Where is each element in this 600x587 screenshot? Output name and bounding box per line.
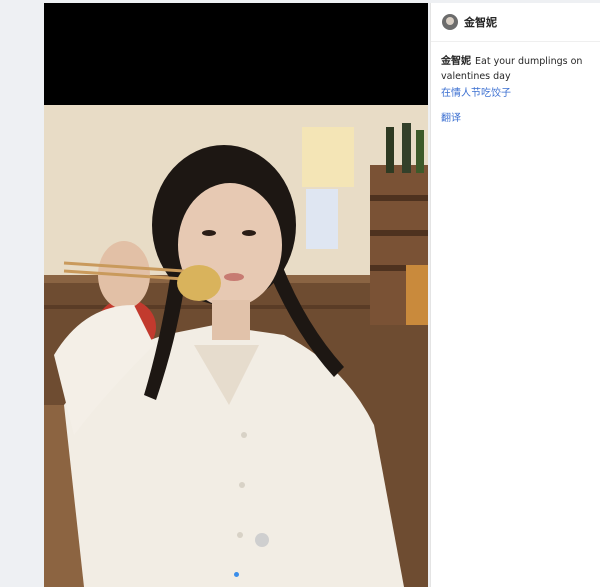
post-sidebar: 金智妮 金智妮 Eat your dumplings on valentines … — [430, 3, 600, 587]
post-caption: 金智妮 Eat your dumplings on valentines day … — [431, 42, 600, 126]
caption-author[interactable]: 金智妮 — [441, 56, 471, 67]
translate-link[interactable]: 翻译 — [441, 111, 591, 126]
post-header: 金智妮 — [431, 3, 600, 42]
tag-link[interactable]: 在情人节吃饺子 — [441, 86, 591, 101]
post-viewer: 金智妮 金智妮 Eat your dumplings on valentines … — [0, 0, 600, 587]
avatar[interactable] — [442, 14, 458, 30]
username[interactable]: 金智妮 — [464, 14, 497, 30]
carousel-indicator — [44, 562, 428, 581]
post-media[interactable] — [44, 3, 428, 587]
photo-illustration — [44, 105, 428, 587]
carousel-dot — [233, 572, 239, 577]
post-photo[interactable] — [44, 105, 428, 587]
